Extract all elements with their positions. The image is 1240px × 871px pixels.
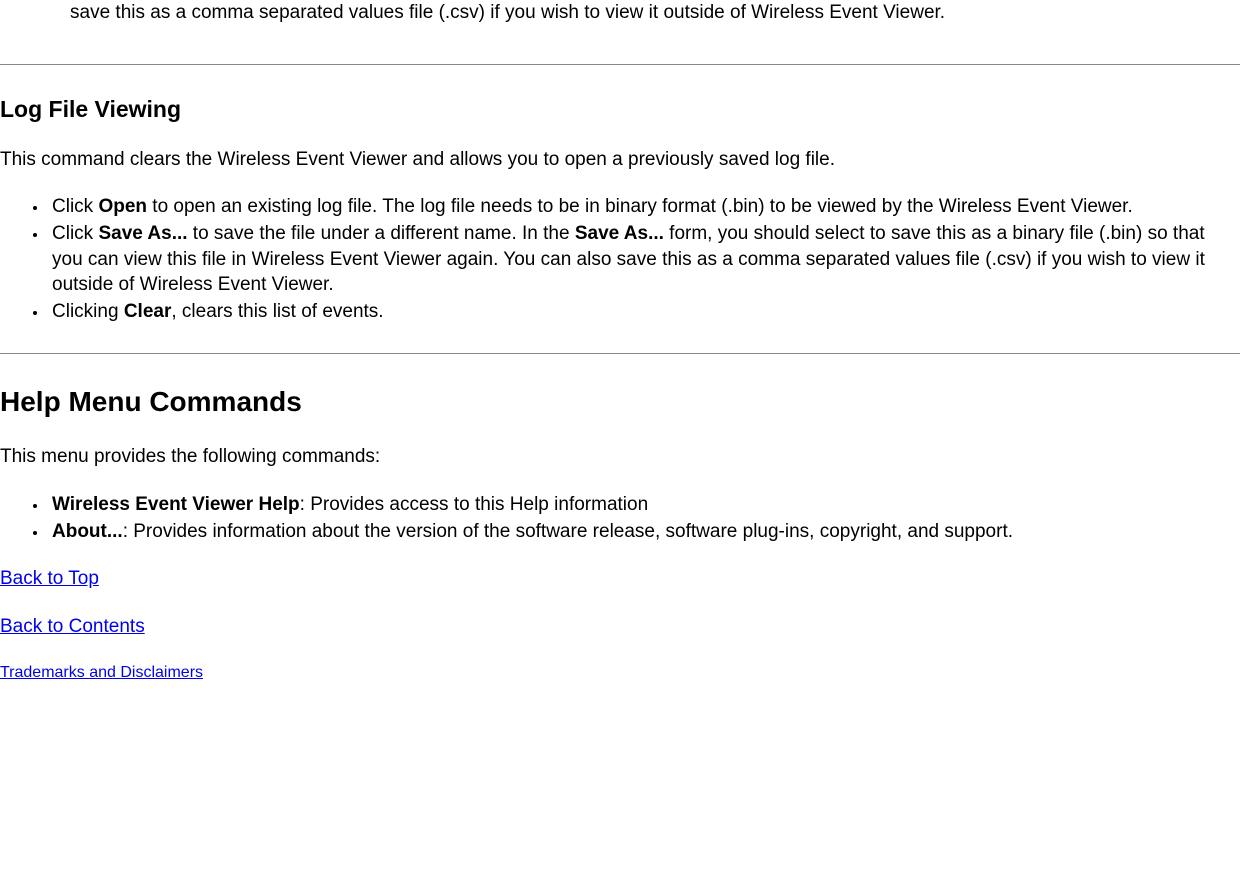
help-menu-intro: This menu provides the following command…	[0, 444, 1240, 470]
list-bold: Wireless Event Viewer Help	[52, 494, 300, 515]
list-text: Clicking	[52, 301, 124, 322]
list-bold: Clear	[124, 301, 172, 322]
list-text: Click	[52, 223, 98, 244]
divider	[0, 64, 1240, 66]
list-text: : Provides access to this Help informati…	[300, 494, 649, 515]
log-file-viewing-intro: This command clears the Wireless Event V…	[0, 147, 1240, 173]
list-item: Clicking Clear, clears this list of even…	[48, 299, 1240, 325]
list-item: Click Save As... to save the file under …	[48, 221, 1240, 298]
list-bold: Open	[98, 196, 147, 217]
divider	[0, 353, 1240, 355]
list-text: to save the file under a different name.…	[188, 223, 575, 244]
log-file-viewing-heading: Log File Viewing	[0, 94, 1240, 125]
list-item: Wireless Event Viewer Help: Provides acc…	[48, 492, 1240, 518]
trademarks-link[interactable]: Trademarks and Disclaimers	[0, 664, 203, 681]
top-fragment-text: save this as a comma separated values fi…	[0, 0, 1240, 36]
list-item: Click Open to open an existing log file.…	[48, 194, 1240, 220]
list-text: to open an existing log file. The log fi…	[147, 196, 1133, 217]
help-menu-list: Wireless Event Viewer Help: Provides acc…	[0, 492, 1240, 544]
list-text: , clears this list of events.	[171, 301, 383, 322]
log-file-viewing-list: Click Open to open an existing log file.…	[0, 194, 1240, 324]
list-text: Click	[52, 196, 98, 217]
list-bold: About...	[52, 521, 123, 542]
list-text: : Provides information about the version…	[123, 521, 1013, 542]
list-item: About...: Provides information about the…	[48, 519, 1240, 545]
list-bold: Save As...	[575, 223, 664, 244]
back-to-contents-link[interactable]: Back to Contents	[0, 616, 145, 637]
back-to-top-link[interactable]: Back to Top	[0, 568, 99, 589]
help-menu-heading: Help Menu Commands	[0, 383, 1240, 421]
list-bold: Save As...	[98, 223, 187, 244]
